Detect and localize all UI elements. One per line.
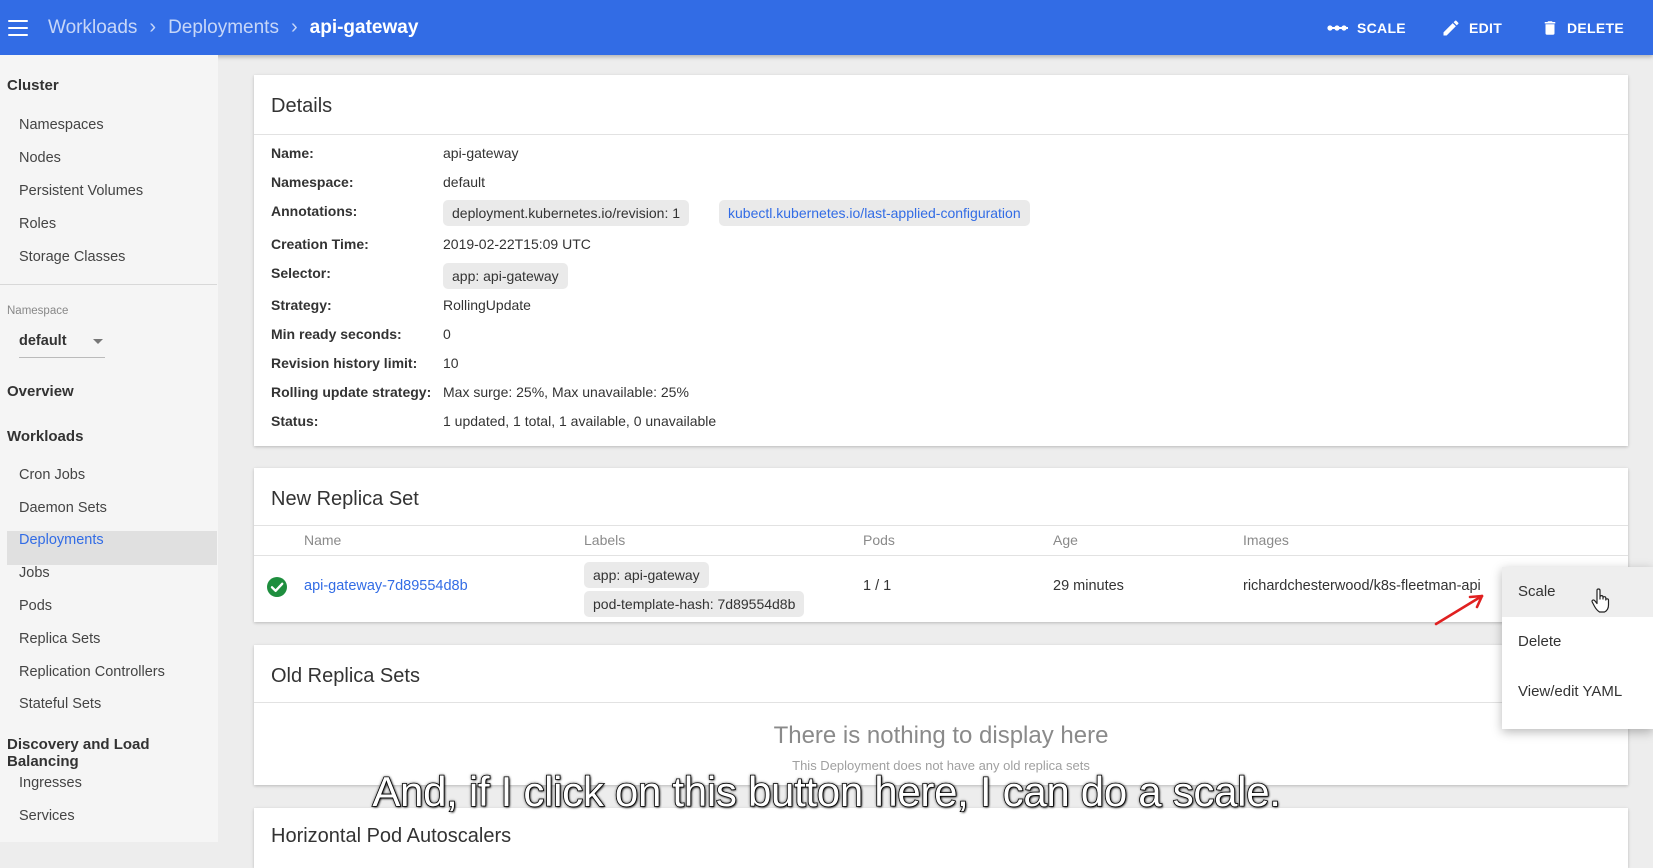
breadcrumb-current: api-gateway (309, 16, 419, 38)
nav-item-deployments[interactable]: Deployments (19, 532, 104, 548)
nav-item-replication-controllers[interactable]: Replication Controllers (19, 664, 165, 680)
nav-item-replica-sets[interactable]: Replica Sets (19, 631, 100, 647)
namespace-select[interactable]: default (19, 327, 105, 358)
strategy-value: RollingUpdate (443, 297, 531, 313)
nav-item-storage-classes[interactable]: Storage Classes (19, 249, 125, 265)
top-app-bar: Workloads › Deployments › api-gateway SC… (0, 0, 1653, 55)
breadcrumb: Workloads › Deployments › api-gateway (48, 16, 418, 39)
check-circle-icon (267, 577, 287, 597)
edit-button[interactable]: EDIT (1441, 0, 1502, 55)
video-subtitle: And, if I click on this button here, I c… (372, 767, 1282, 816)
min-ready-value: 0 (443, 326, 451, 342)
details-title: Details (271, 95, 333, 117)
nav-header-workloads[interactable]: Workloads (7, 428, 83, 445)
revision-limit-value: 10 (443, 355, 459, 371)
nav-item-cron-jobs[interactable]: Cron Jobs (19, 467, 85, 483)
nav-item-nodes[interactable]: Nodes (19, 150, 61, 166)
nav-item-persistent-volumes[interactable]: Persistent Volumes (19, 183, 143, 199)
scale-icon (1327, 24, 1348, 31)
column-header-age[interactable]: Age (1053, 532, 1078, 548)
hamburger-menu-icon[interactable] (8, 19, 28, 36)
trash-icon (1544, 20, 1556, 35)
column-header-labels: Labels (584, 532, 626, 548)
rolling-strategy-value: Max surge: 25%, Max unavailable: 25% (443, 384, 689, 400)
creation-time-value: 2019-02-22T15:09 UTC (443, 236, 591, 252)
chevron-right-icon: › (149, 16, 157, 38)
new-replica-set-card: New Replica Set Name Labels Pods Age Ima… (254, 468, 1628, 622)
delete-button[interactable]: DELETE (1541, 0, 1624, 55)
chevron-right-icon: › (290, 16, 298, 38)
creation-time-label: Creation Time: (271, 236, 369, 252)
menu-item-delete[interactable]: Delete (1502, 617, 1653, 667)
nav-item-namespaces[interactable]: Namespaces (19, 117, 104, 133)
empty-state-title: There is nothing to display here (773, 722, 1109, 749)
pods-value: 1 / 1 (863, 578, 892, 594)
namespace-label: Namespace: (271, 174, 354, 190)
rolling-strategy-label: Rolling update strategy: (271, 384, 432, 400)
namespace-caption: Namespace (7, 305, 69, 317)
column-header-name[interactable]: Name (304, 532, 341, 548)
selector-label: Selector: (271, 265, 331, 281)
row-context-menu: Scale Delete View/edit YAML (1502, 567, 1653, 729)
age-value: 29 minutes (1053, 578, 1124, 594)
name-label: Name: (271, 145, 314, 161)
namespace-select-value: default (19, 333, 67, 349)
label-app-chip: app: api-gateway (584, 562, 709, 588)
label-hash-chip: pod-template-hash: 7d89554d8b (584, 591, 805, 617)
namespace-value: default (443, 174, 486, 190)
nav-header-discovery[interactable]: Discovery and Load Balancing (7, 736, 218, 770)
nav-divider (0, 284, 217, 285)
new-replica-set-title: New Replica Set (271, 488, 419, 510)
replica-set-name-link[interactable]: api-gateway-7d89554d8b (304, 578, 468, 594)
column-header-images: Images (1243, 532, 1289, 548)
menu-item-scale[interactable]: Scale (1502, 567, 1653, 617)
breadcrumb-workloads[interactable]: Workloads (48, 17, 137, 39)
nav-item-jobs[interactable]: Jobs (19, 565, 50, 581)
hand-cursor-icon (1591, 588, 1610, 613)
menu-item-view-edit-yaml[interactable]: View/edit YAML (1502, 667, 1653, 717)
old-replica-sets-card: Old Replica Sets There is nothing to dis… (254, 645, 1628, 785)
delete-button-label: DELETE (1567, 19, 1625, 36)
status-value: 1 updated, 1 total, 1 available, 0 unava… (443, 413, 717, 429)
hpa-title: Horizontal Pod Autoscalers (271, 825, 512, 847)
annotations-label: Annotations: (271, 203, 358, 219)
hpa-card: Horizontal Pod Autoscalers (254, 808, 1628, 868)
breadcrumb-deployments[interactable]: Deployments (168, 17, 279, 39)
nav-item-pods[interactable]: Pods (19, 598, 52, 614)
annotation-config-chip[interactable]: kubectl.kubernetes.io/last-applied-confi… (719, 200, 1030, 226)
caret-down-icon (93, 339, 103, 344)
annotation-arrow-icon (1434, 594, 1484, 626)
selector-chip: app: api-gateway (443, 263, 568, 289)
column-header-pods: Pods (863, 532, 895, 548)
scale-button[interactable]: SCALE (1327, 0, 1406, 55)
sidebar: Cluster Namespaces Nodes Persistent Volu… (0, 55, 218, 842)
revision-limit-label: Revision history limit: (271, 355, 418, 371)
annotation-revision-chip: deployment.kubernetes.io/revision: 1 (443, 200, 690, 226)
pencil-icon (1443, 19, 1459, 35)
nav-header-cluster[interactable]: Cluster (7, 77, 59, 94)
strategy-label: Strategy: (271, 297, 332, 313)
card-divider (254, 525, 1628, 526)
old-replica-sets-title: Old Replica Sets (271, 665, 420, 687)
nav-item-overview[interactable]: Overview (7, 383, 74, 400)
nav-item-daemon-sets[interactable]: Daemon Sets (19, 500, 107, 516)
nav-item-stateful-sets[interactable]: Stateful Sets (19, 696, 101, 712)
card-divider (254, 134, 1628, 135)
details-card: Details Name: api-gateway Namespace: def… (254, 75, 1628, 446)
status-label: Status: (271, 413, 319, 429)
nav-item-roles[interactable]: Roles (19, 216, 56, 232)
name-value: api-gateway (443, 145, 519, 161)
table-header-divider (254, 555, 1628, 556)
min-ready-label: Min ready seconds: (271, 326, 402, 342)
scale-button-label: SCALE (1357, 19, 1406, 36)
edit-button-label: EDIT (1469, 19, 1503, 36)
card-divider (254, 702, 1628, 703)
